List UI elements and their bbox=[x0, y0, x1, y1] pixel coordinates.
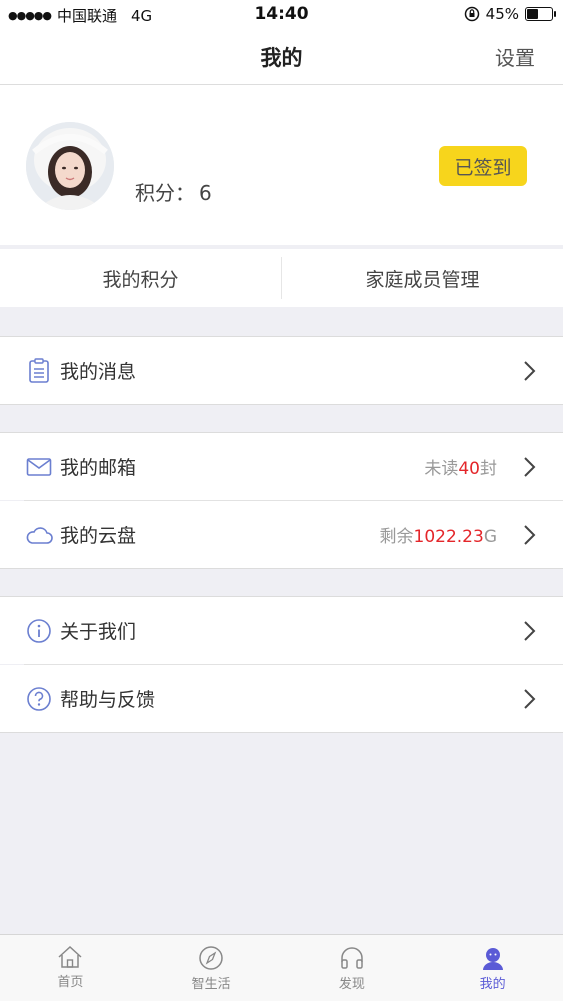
tab-label: 发现 bbox=[338, 977, 365, 992]
status-bar: ●●●●● 中国联通 4G 14:40 45% bbox=[0, 0, 563, 28]
cloud-icon bbox=[25, 521, 53, 549]
unread-suffix: 封 bbox=[480, 459, 497, 479]
unread-count: 未读40封 bbox=[424, 454, 497, 479]
status-right: 45% bbox=[464, 5, 556, 23]
profile-card: 积分： 6 已签到 bbox=[0, 85, 563, 245]
info-icon bbox=[25, 617, 53, 645]
nav-bar: 我的 设置 bbox=[0, 28, 563, 85]
points-value: 6 bbox=[199, 181, 212, 205]
chevron-right-icon bbox=[524, 688, 536, 709]
tab-label: 我的 bbox=[479, 977, 506, 992]
divider bbox=[0, 732, 563, 733]
clipboard-icon bbox=[25, 357, 53, 385]
home-icon bbox=[58, 945, 82, 968]
checkin-button[interactable]: 已签到 bbox=[439, 146, 527, 186]
menu-item-cloud[interactable]: 我的云盘 剩余1022.23G bbox=[0, 501, 563, 568]
storage-remaining: 剩余1022.23G bbox=[380, 522, 498, 547]
bottom-tab-bar: 首页 智生活 发现 我的 bbox=[0, 934, 563, 1001]
tab-home[interactable]: 首页 bbox=[0, 935, 141, 1001]
tab-label: 首页 bbox=[57, 975, 84, 990]
points-display: 积分： 6 bbox=[135, 177, 212, 206]
chevron-right-icon bbox=[524, 360, 536, 381]
menu-label: 我的消息 bbox=[60, 361, 137, 383]
divider bbox=[0, 568, 563, 569]
tab-discover[interactable]: 发现 bbox=[282, 935, 423, 1001]
menu-item-mailbox[interactable]: 我的邮箱 未读40封 bbox=[0, 433, 563, 500]
user-icon bbox=[482, 948, 503, 970]
divider bbox=[0, 404, 563, 405]
chevron-right-icon bbox=[524, 456, 536, 477]
menu-item-messages[interactable]: 我的消息 bbox=[0, 337, 563, 404]
menu-label: 关于我们 bbox=[60, 621, 137, 643]
points-label: 积分： bbox=[135, 181, 195, 205]
unread-value: 40 bbox=[458, 459, 480, 479]
tab-label: 智生活 bbox=[191, 977, 231, 992]
menu-item-help[interactable]: 帮助与反馈 bbox=[0, 665, 563, 732]
page-title: 我的 bbox=[260, 46, 303, 70]
tab-mine[interactable]: 我的 bbox=[422, 935, 563, 1001]
chevron-right-icon bbox=[524, 524, 536, 545]
avatar[interactable] bbox=[26, 122, 114, 210]
battery-text: 45% bbox=[485, 5, 519, 23]
menu-label: 我的邮箱 bbox=[60, 457, 137, 479]
orientation-lock-icon bbox=[464, 6, 479, 22]
menu-item-about[interactable]: 关于我们 bbox=[0, 597, 563, 664]
settings-button[interactable]: 设置 bbox=[495, 42, 535, 71]
avatar-image bbox=[26, 122, 114, 210]
profile-tabs: 我的积分 家庭成员管理 bbox=[0, 249, 563, 307]
storage-value: 1022.23 bbox=[413, 527, 484, 547]
menu-label: 帮助与反馈 bbox=[60, 689, 156, 711]
headphones-icon bbox=[341, 947, 363, 969]
unread-prefix: 未读 bbox=[424, 459, 459, 479]
tab-family-members[interactable]: 家庭成员管理 bbox=[282, 249, 563, 307]
chevron-right-icon bbox=[524, 620, 536, 641]
compass-icon bbox=[199, 946, 223, 970]
envelope-icon bbox=[25, 453, 53, 481]
storage-prefix: 剩余 bbox=[379, 527, 414, 547]
question-icon bbox=[25, 685, 53, 713]
tab-smart-life[interactable]: 智生活 bbox=[141, 935, 282, 1001]
menu-label: 我的云盘 bbox=[60, 525, 137, 547]
storage-suffix: G bbox=[483, 527, 497, 547]
tab-my-points[interactable]: 我的积分 bbox=[0, 249, 281, 307]
battery-icon bbox=[525, 7, 556, 21]
